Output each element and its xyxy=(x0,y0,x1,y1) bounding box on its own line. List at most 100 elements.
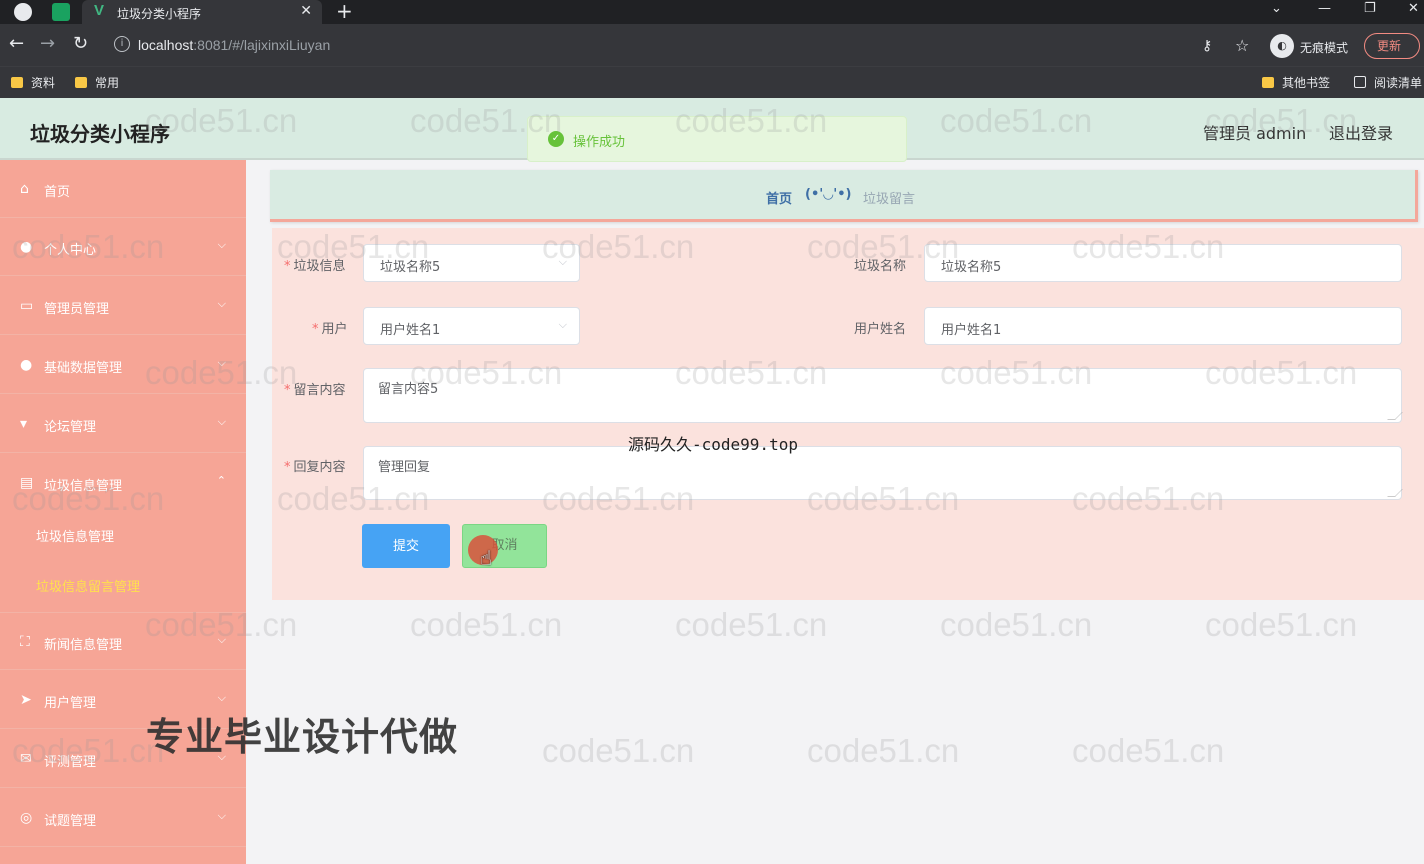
chevron-up-icon: ⌃ xyxy=(216,474,226,487)
minimize-button[interactable]: — xyxy=(1318,1,1331,16)
chevron-down-icon: ⌵ xyxy=(217,238,226,251)
user-name-field[interactable]: 用户姓名1 xyxy=(924,307,1402,345)
star-icon[interactable]: ☆ xyxy=(1235,36,1249,55)
garbage-info-value: 垃圾名称5 xyxy=(380,260,441,275)
mail-icon: ✉ xyxy=(20,751,32,767)
key-icon[interactable]: ⚷ xyxy=(1202,38,1212,54)
sidebar-item-questions[interactable]: ◎ 试题管理 ⌵ xyxy=(0,789,246,847)
breadcrumb: 首页 (•'◡'•) 垃圾留言 xyxy=(270,170,1418,222)
sidebar-item-base-data[interactable]: ● 基础数据管理 ⌵ xyxy=(0,336,246,394)
tab-title: 垃圾分类小程序 xyxy=(117,7,202,21)
watermark-text: code51.cn xyxy=(807,732,960,769)
document-icon: ▤ xyxy=(20,475,34,491)
submenu-garbage-messages[interactable]: 垃圾信息留言管理 xyxy=(0,560,246,610)
overlay-caption: 源码久久-code99.top xyxy=(628,435,798,454)
message-label: * 留言内容 xyxy=(284,383,346,398)
back-button[interactable]: ← xyxy=(9,34,24,54)
bookmark-folder-1[interactable]: 资料 xyxy=(11,74,55,91)
close-window-button[interactable]: ✕ xyxy=(1408,1,1419,16)
sidebar-item-label: 个人中心 xyxy=(44,243,97,258)
url-text: localhost:8081/#/lajixinxiLiuyan xyxy=(138,37,331,53)
sidebar-item-admins[interactable]: ▭ 管理员管理 ⌵ xyxy=(0,277,246,335)
user-value: 用户姓名1 xyxy=(380,323,441,338)
user-group-icon: ● xyxy=(20,357,33,373)
overlay-ad-text: 专业毕业设计代做 xyxy=(146,715,459,759)
sidebar-item-label: 管理员管理 xyxy=(44,302,110,317)
user-select[interactable]: 用户姓名1 ⌵ xyxy=(363,307,580,345)
chevron-down-icon: ⌵ xyxy=(217,691,226,704)
tab-close-icon[interactable]: ✕ xyxy=(300,3,312,19)
browser-globe-icon[interactable] xyxy=(14,3,32,21)
resize-handle-icon[interactable] xyxy=(1387,412,1403,420)
address-bar[interactable]: i localhost:8081/#/lajixinxiLiuyan xyxy=(104,30,1254,60)
new-tab-button[interactable]: + xyxy=(336,0,353,22)
sidebar-item-home[interactable]: ⌂ 首页 xyxy=(0,160,246,218)
current-user: 管理员 admin xyxy=(1203,124,1307,143)
browser-tab-strip: V 垃圾分类小程序 ✕ + ⌄ — ❐ ✕ xyxy=(0,0,1424,24)
sidebar-item-label: 垃圾信息管理 xyxy=(44,479,123,494)
garbage-name-field[interactable]: 垃圾名称5 xyxy=(924,244,1402,282)
restore-button[interactable]: ❐ xyxy=(1364,1,1376,16)
chevron-down-icon: ⌵ xyxy=(217,633,226,646)
reading-list[interactable]: 阅读清单 xyxy=(1354,74,1422,91)
reload-button[interactable]: ↻ xyxy=(73,34,88,54)
sidebar-item-label: 试题管理 xyxy=(44,814,97,829)
user-name-value: 用户姓名1 xyxy=(941,323,1002,338)
update-button[interactable]: 更新 xyxy=(1364,33,1420,59)
sidebar-item-label: 新闻信息管理 xyxy=(44,638,123,653)
message-textarea[interactable]: 留言内容5 xyxy=(363,368,1403,423)
watermark-text: code51.cn xyxy=(940,606,1093,643)
watermark-text: code51.cn xyxy=(675,606,828,643)
watermark-text: code51.cn xyxy=(410,606,563,643)
breadcrumb-home[interactable]: 首页 xyxy=(766,188,792,207)
logout-link[interactable]: 退出登录 xyxy=(1329,120,1393,144)
card-icon: ▭ xyxy=(20,298,34,314)
submenu-garbage-info[interactable]: 垃圾信息管理 xyxy=(0,510,246,560)
chevron-down-icon: ⌵ xyxy=(217,809,226,822)
breadcrumb-current: 垃圾留言 xyxy=(863,192,916,207)
sidebar-item-profile[interactable]: ● 个人中心 ⌵ xyxy=(0,218,246,276)
browser-toolbar: ← → ↻ i localhost:8081/#/lajixinxiLiuyan… xyxy=(0,24,1424,66)
vue-logo-icon: V xyxy=(94,2,105,19)
reply-textarea[interactable]: 管理回复 xyxy=(363,446,1403,500)
resize-handle-icon[interactable] xyxy=(1387,489,1403,497)
sidebar-item-news[interactable]: ⛶ 新闻信息管理 ⌵ xyxy=(0,612,246,670)
user-name-label: 用户姓名 xyxy=(854,322,907,337)
sidebar-item-forum[interactable]: ▾ 论坛管理 ⌵ xyxy=(0,395,246,453)
submenu-label: 垃圾信息留言管理 xyxy=(36,580,141,595)
incognito-icon: ◐ xyxy=(1270,34,1294,58)
garbage-name-label: 垃圾名称 xyxy=(854,259,907,274)
browser-tab-active[interactable]: V 垃圾分类小程序 ✕ xyxy=(82,0,322,24)
tab-search-icon[interactable]: ⌄ xyxy=(1271,1,1282,16)
submit-button[interactable]: 提交 xyxy=(362,524,450,568)
watermark-text: code51.cn xyxy=(542,732,695,769)
hand-cursor-icon: ☝ xyxy=(480,546,493,570)
incognito-label: 无痕模式 xyxy=(1300,41,1349,55)
folder-icon xyxy=(1262,77,1274,88)
site-info-icon[interactable]: i xyxy=(114,36,130,52)
garbage-info-label: * 垃圾信息 xyxy=(284,259,346,274)
app-favicon-icon[interactable] xyxy=(52,3,70,21)
success-toast: ✓ 操作成功 xyxy=(527,116,907,162)
folder-icon xyxy=(11,77,23,88)
bookmark-folder-2[interactable]: 常用 xyxy=(75,74,119,91)
reading-list-icon xyxy=(1354,76,1366,88)
chevron-down-icon: ⌵ xyxy=(558,318,567,331)
folder-icon xyxy=(75,77,87,88)
message-value: 留言内容5 xyxy=(378,382,439,397)
home-icon: ⌂ xyxy=(20,181,29,197)
sidebar-item-label: 首页 xyxy=(44,185,71,200)
other-bookmarks[interactable]: 其他书签 xyxy=(1262,74,1330,91)
forward-button[interactable]: → xyxy=(40,34,55,54)
check-circle-icon: ✓ xyxy=(548,131,564,147)
bookmarks-bar: 资料 常用 其他书签 阅读清单 xyxy=(0,66,1424,98)
sidebar-item-garbage[interactable]: ▤ 垃圾信息管理 ⌃ xyxy=(0,454,246,512)
sidebar-item-label: 论坛管理 xyxy=(44,420,97,435)
submenu-label: 垃圾信息管理 xyxy=(36,530,115,545)
sidebar-item-label: 评测管理 xyxy=(44,755,97,770)
garbage-info-select[interactable]: 垃圾名称5 ⌵ xyxy=(363,244,580,282)
garbage-name-value: 垃圾名称5 xyxy=(941,260,1002,275)
watermark-text: code51.cn xyxy=(1072,732,1225,769)
sidebar-item-label: 用户管理 xyxy=(44,696,97,711)
fullscreen-icon: ⛶ xyxy=(20,634,30,650)
